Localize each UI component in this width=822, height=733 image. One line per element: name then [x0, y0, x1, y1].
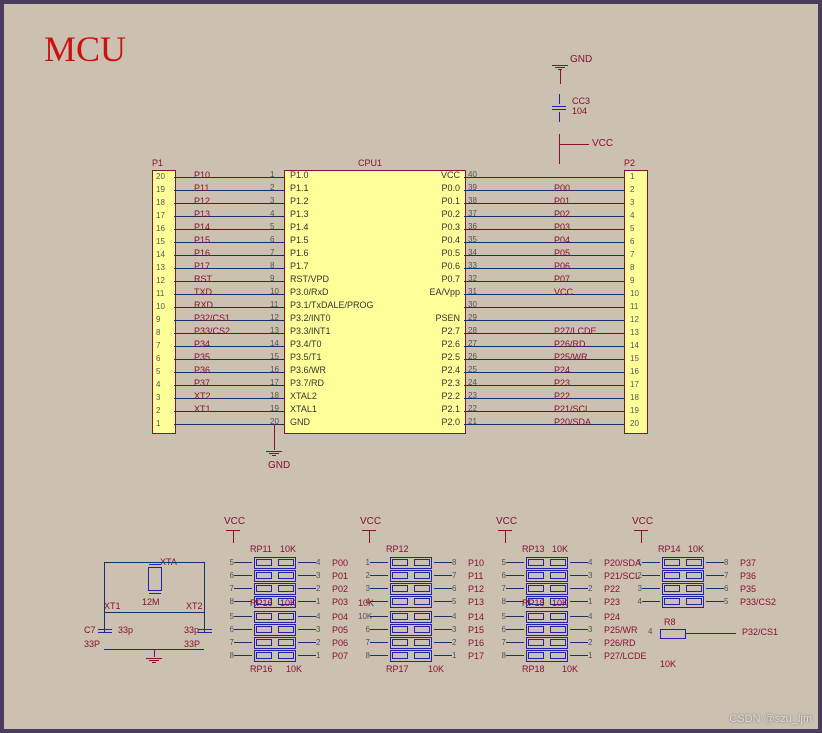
vcc-symbol: VCC	[362, 530, 376, 543]
gnd-symbol-chip: GND	[266, 450, 282, 456]
cpu-ref: CPU1	[358, 158, 382, 168]
p1-ref: P1	[152, 158, 163, 168]
crystal-xta	[148, 567, 162, 591]
vcc-wire	[559, 134, 560, 164]
cap-c7	[98, 627, 112, 635]
vcc-symbol: VCC	[498, 530, 512, 543]
capacitor-cc3: CC3 104	[552, 94, 566, 122]
p2-ref: P2	[624, 158, 635, 168]
page-title: MCU	[44, 28, 126, 70]
schematic-frame: MCU GND CC3 104 VCC P1 20 P1019 P1118 P1…	[0, 0, 822, 733]
gnd-symbol-top: GND	[552, 64, 568, 84]
watermark: CSDN @szu_ljm	[729, 713, 812, 725]
cap-c8	[198, 627, 212, 635]
vcc-symbol: VCC	[226, 530, 240, 543]
vcc-label: VCC	[592, 138, 613, 149]
vcc-symbol: VCC	[634, 530, 648, 543]
